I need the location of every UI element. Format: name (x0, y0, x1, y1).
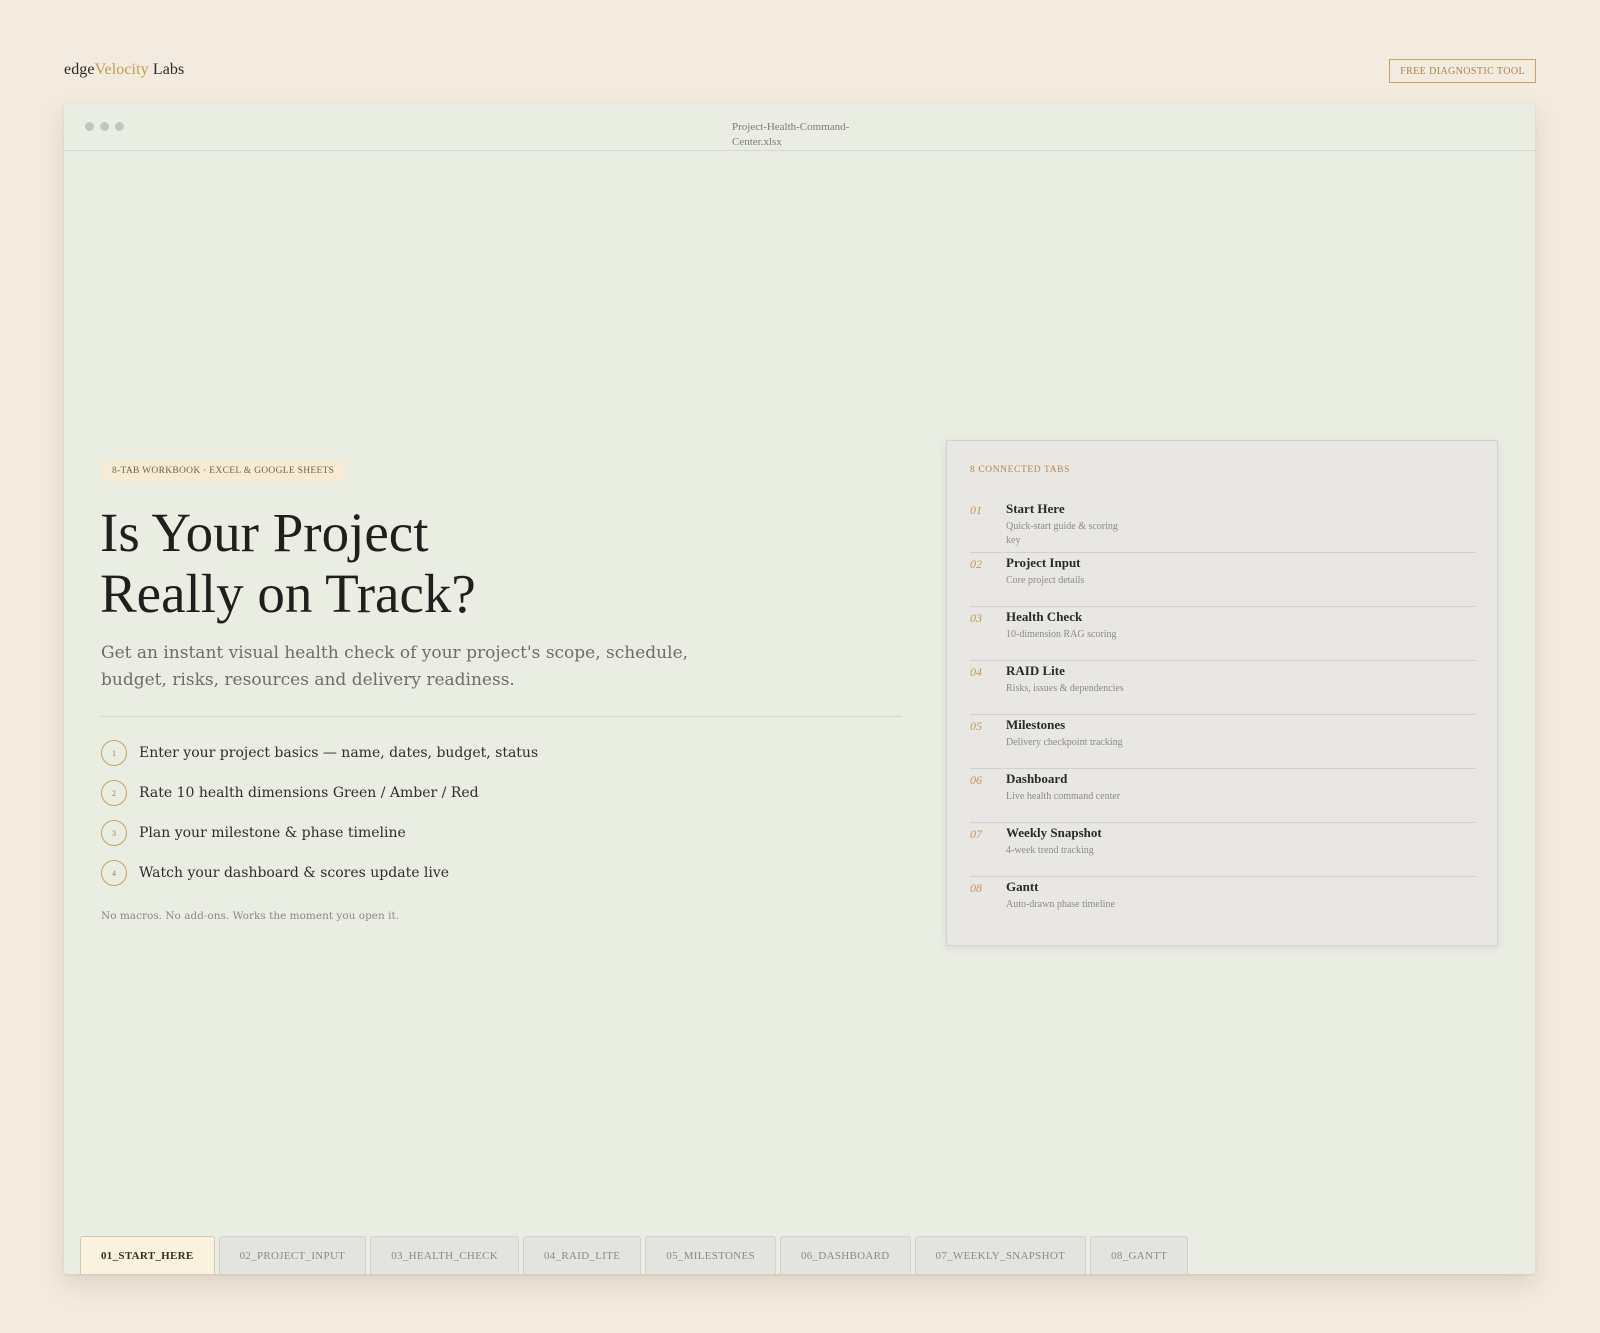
brand-logo[interactable]: edgeVelocity Labs (64, 61, 184, 79)
brand-part2: Labs (148, 61, 185, 78)
tab-number: 06 (970, 773, 982, 787)
sheet-tab-raid-lite[interactable]: 04_RAID_LITE (522, 1236, 642, 1274)
sheet-tab-dashboard[interactable]: 06_DASHBOARD (779, 1236, 911, 1274)
subheadline: Get an instant visual health check of yo… (101, 643, 689, 690)
step-text: Enter your project basics — name, dates,… (139, 745, 539, 761)
list-item: 06 Dashboard Live health command center (970, 769, 1476, 823)
minimize-dot-icon[interactable] (100, 122, 109, 131)
list-item: 07 Weekly Snapshot 4-week trend tracking (970, 823, 1476, 877)
brand-accent: Velocity (94, 61, 149, 78)
workbook-window: Project-Health-Command-Center.xlsx 8-TAB… (64, 104, 1535, 1274)
step-text: Watch your dashboard & scores update liv… (139, 865, 450, 881)
divider (101, 716, 902, 717)
brand-part1: edge (64, 61, 95, 78)
sheet-tab-weekly-snapshot[interactable]: 07_WEEKLY_SNAPSHOT (914, 1236, 1087, 1274)
window-titlebar: Project-Health-Command-Center.xlsx (64, 104, 1535, 151)
tab-description: Core project details (1006, 575, 1085, 586)
list-item: 08 Gantt Auto-drawn phase timeline (970, 877, 1476, 931)
free-diagnostic-tool-button[interactable]: FREE DIAGNOSTIC TOOL (1389, 59, 1536, 83)
tab-number: 02 (970, 557, 982, 571)
tab-name: Dashboard (1006, 771, 1068, 786)
tab-name: Project Input (1006, 555, 1081, 570)
step-item: 4 Watch your dashboard & scores update l… (101, 860, 538, 886)
sheet-tab-health-check[interactable]: 03_HEALTH_CHECK (370, 1236, 519, 1274)
tab-name: Gantt (1006, 879, 1039, 894)
tab-name: RAID Lite (1006, 663, 1065, 678)
list-item: 04 RAID Lite Risks, issues & dependencie… (970, 661, 1476, 715)
step-text: Plan your milestone & phase timeline (139, 825, 406, 841)
headline-line2: Really on Track? (100, 563, 476, 624)
footnote: No macros. No add-ons. Works the moment … (101, 910, 400, 922)
sheet-tab-start-here[interactable]: 01_START_HERE (80, 1236, 215, 1274)
tab-number: 01 (970, 503, 982, 517)
tab-number: 03 (970, 611, 982, 625)
tab-description: Quick-start guide & scoring key (1006, 521, 1118, 546)
tab-name: Milestones (1006, 717, 1066, 732)
connected-tabs-list: 01 Start Here Quick-start guide & scorin… (970, 499, 1476, 931)
headline-line1: Is Your Project (100, 502, 429, 563)
step-text: Rate 10 health dimensions Green / Amber … (139, 785, 479, 801)
step-item: 2 Rate 10 health dimensions Green / Ambe… (101, 780, 538, 806)
workbook-badge: 8-TAB WORKBOOK · EXCEL & GOOGLE SHEETS (101, 460, 346, 482)
tab-description: Risks, issues & dependencies (1006, 683, 1124, 694)
step-item: 1 Enter your project basics — name, date… (101, 740, 538, 766)
step-number: 4 (101, 860, 127, 886)
sheet-tab-gantt[interactable]: 08_GANTT (1090, 1236, 1189, 1274)
tab-description: Delivery checkpoint tracking (1006, 737, 1123, 748)
list-item: 03 Health Check 10-dimension RAG scoring (970, 607, 1476, 661)
list-item: 02 Project Input Core project details (970, 553, 1476, 607)
tab-description: Live health command center (1006, 791, 1121, 802)
panel-title: 8 CONNECTED TABS (970, 465, 1070, 475)
step-item: 3 Plan your milestone & phase timeline (101, 820, 538, 846)
tab-description: 4-week trend tracking (1006, 845, 1094, 856)
page-title: Is Your Project Really on Track? (100, 502, 700, 624)
sheet-tab-bar: 01_START_HERE 02_PROJECT_INPUT 03_HEALTH… (80, 1236, 1189, 1274)
tab-number: 04 (970, 665, 982, 679)
step-number: 3 (101, 820, 127, 846)
connected-tabs-panel: 8 CONNECTED TABS 01 Start Here Quick-sta… (946, 440, 1498, 946)
tab-number: 08 (970, 881, 982, 895)
steps-list: 1 Enter your project basics — name, date… (101, 740, 538, 900)
list-item: 01 Start Here Quick-start guide & scorin… (970, 499, 1476, 553)
tab-name: Health Check (1006, 609, 1083, 624)
window-controls (85, 122, 124, 131)
tab-description: Auto-drawn phase timeline (1006, 899, 1115, 910)
tab-number: 07 (970, 827, 982, 841)
step-number: 1 (101, 740, 127, 766)
maximize-dot-icon[interactable] (115, 122, 124, 131)
tab-name: Weekly Snapshot (1006, 825, 1102, 840)
close-dot-icon[interactable] (85, 122, 94, 131)
sheet-tab-project-input[interactable]: 02_PROJECT_INPUT (218, 1236, 367, 1274)
list-item: 05 Milestones Delivery checkpoint tracki… (970, 715, 1476, 769)
sheet-tab-milestones[interactable]: 05_MILESTONES (645, 1236, 776, 1274)
tab-description: 10-dimension RAG scoring (1006, 629, 1117, 640)
tab-number: 05 (970, 719, 982, 733)
tab-name: Start Here (1006, 501, 1065, 516)
step-number: 2 (101, 780, 127, 806)
window-filename: Project-Health-Command-Center.xlsx (732, 121, 850, 148)
